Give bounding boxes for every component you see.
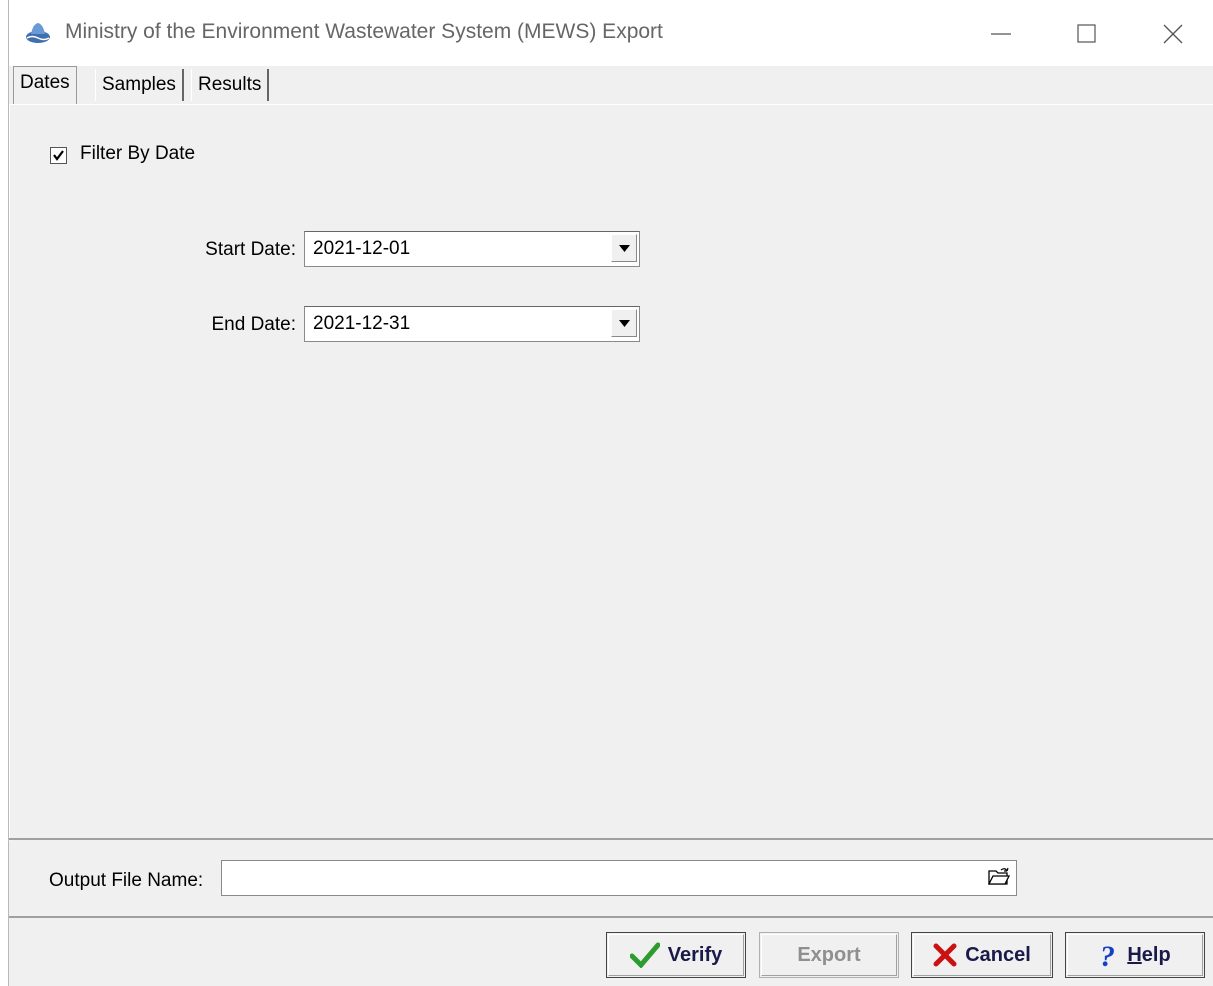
- cancel-button[interactable]: Cancel: [911, 932, 1053, 978]
- output-file-name-label: Output File Name:: [49, 870, 204, 891]
- divider: [9, 916, 1213, 918]
- minimize-button[interactable]: [971, 10, 1031, 56]
- dates-panel: Filter By Date Start Date: 2021-12-01 En…: [9, 104, 1213, 841]
- open-folder-icon[interactable]: [988, 867, 1010, 887]
- dropdown-arrow-icon: [619, 320, 630, 327]
- tab-samples[interactable]: Samples: [95, 69, 184, 101]
- svg-text:?: ?: [1100, 941, 1115, 969]
- start-date-value: 2021-12-01: [313, 238, 411, 259]
- end-date-dropdown-button[interactable]: [611, 309, 637, 337]
- maximize-button[interactable]: [1057, 10, 1117, 56]
- maximize-icon: [1077, 24, 1096, 43]
- start-date-label: Start Date:: [205, 239, 296, 260]
- red-x-icon: [933, 943, 957, 967]
- output-file-name-input[interactable]: [221, 860, 1017, 896]
- export-label: Export: [797, 943, 861, 966]
- start-date-combo[interactable]: 2021-12-01: [304, 231, 640, 267]
- window-title: Ministry of the Environment Wastewater S…: [65, 20, 663, 43]
- start-date-dropdown-button[interactable]: [611, 234, 637, 262]
- tab-strip: Dates Samples Results: [9, 66, 1213, 105]
- title-bar: Ministry of the Environment Wastewater S…: [9, 0, 1213, 66]
- close-button[interactable]: [1143, 10, 1203, 56]
- export-dialog: Ministry of the Environment Wastewater S…: [8, 0, 1213, 986]
- question-mark-icon: ?: [1100, 941, 1115, 969]
- close-icon: [1163, 24, 1183, 44]
- minimize-icon: [991, 33, 1011, 35]
- end-date-value: 2021-12-31: [313, 313, 411, 334]
- checkmark-icon: [53, 150, 64, 161]
- verify-button[interactable]: Verify: [606, 932, 746, 978]
- verify-label: Verify: [667, 943, 723, 966]
- end-date-combo[interactable]: 2021-12-31: [304, 306, 640, 342]
- cancel-label: Cancel: [965, 943, 1031, 966]
- app-icon: [26, 23, 50, 43]
- export-button[interactable]: Export: [759, 932, 899, 978]
- button-bar: Verify Export Cancel ? Help: [9, 920, 1213, 986]
- tab-dates[interactable]: Dates: [13, 66, 77, 104]
- filter-by-date-label[interactable]: Filter By Date: [80, 143, 195, 165]
- divider: [9, 838, 1213, 840]
- end-date-label: End Date:: [211, 314, 297, 335]
- help-button[interactable]: ? Help: [1065, 932, 1205, 978]
- filter-by-date-checkbox[interactable]: [50, 147, 67, 164]
- help-label: Help: [1127, 943, 1171, 966]
- tab-results[interactable]: Results: [191, 69, 270, 101]
- checkmark-icon: [629, 942, 660, 968]
- dropdown-arrow-icon: [619, 245, 630, 252]
